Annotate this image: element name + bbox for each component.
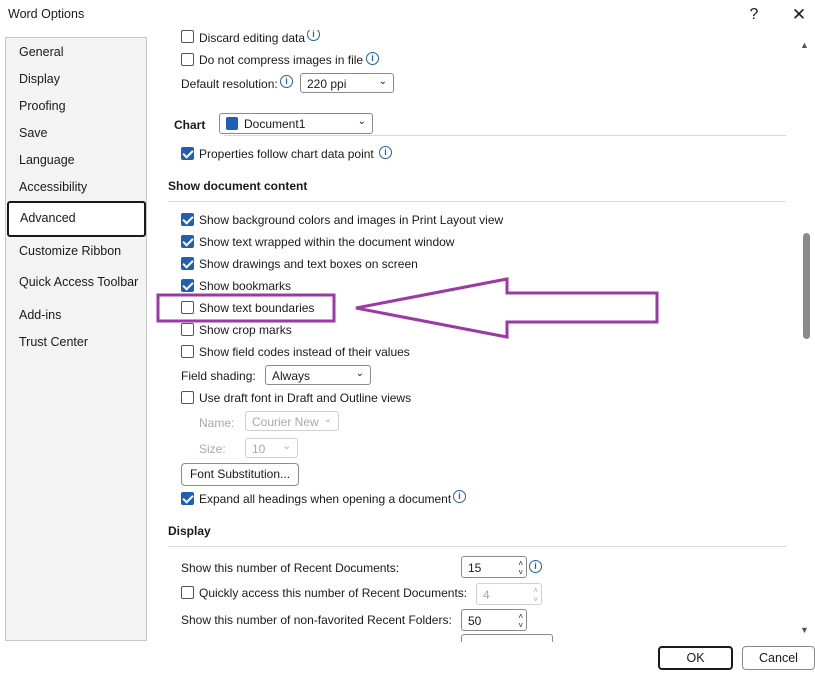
show-content-heading: Show document content bbox=[168, 179, 308, 193]
chevron-down-icon: ⌄ bbox=[378, 76, 387, 87]
chevron-down-icon: ˅ bbox=[533, 595, 538, 604]
chevron-up-icon[interactable]: ˄ bbox=[518, 613, 523, 621]
draft-font-checkbox[interactable] bbox=[181, 391, 194, 404]
font-size-dropdown: 10 ⌄ bbox=[245, 438, 298, 458]
info-icon: i bbox=[379, 146, 392, 159]
info-icon: i bbox=[280, 75, 293, 88]
ok-button[interactable]: OK bbox=[658, 646, 733, 670]
nav-item-add-ins[interactable]: Add-ins bbox=[19, 308, 61, 322]
font-substitution-button[interactable]: Font Substitution... bbox=[181, 463, 299, 486]
chevron-up-icon: ˄ bbox=[533, 586, 538, 595]
field-shading-label: Field shading: bbox=[181, 369, 256, 383]
chart-document-dropdown[interactable]: Document1 ⌄ bbox=[219, 113, 373, 134]
chevron-down-icon: ⌄ bbox=[282, 441, 291, 452]
no-compress-checkbox[interactable] bbox=[181, 53, 194, 66]
recent-folders-label: Show this number of non-favorited Recent… bbox=[181, 613, 452, 627]
separator bbox=[168, 201, 786, 202]
no-compress-label: Do not compress images in file bbox=[199, 53, 364, 67]
show-text-boundaries-checkbox[interactable] bbox=[181, 301, 194, 314]
info-icon: i bbox=[453, 490, 466, 503]
show-text-wrapped-label: Show text wrapped within the document wi… bbox=[199, 235, 455, 249]
show-field-codes-label: Show field codes instead of their values bbox=[199, 345, 410, 359]
next-option-stepper[interactable] bbox=[461, 634, 553, 642]
recent-docs-stepper[interactable]: 15 ˄ ˅ bbox=[461, 556, 527, 578]
nav-item-display[interactable]: Display bbox=[19, 72, 60, 86]
show-bookmarks-label: Show bookmarks bbox=[199, 279, 292, 293]
discard-editing-label: Discard editing data bbox=[199, 31, 306, 45]
separator bbox=[168, 546, 786, 547]
resolution-label: Default resolution: bbox=[181, 77, 278, 91]
expand-headings-checkbox[interactable] bbox=[181, 492, 194, 505]
scroll-up-arrow[interactable]: ▲ bbox=[800, 40, 809, 50]
close-icon[interactable]: ✕ bbox=[787, 4, 811, 26]
nav-item-general[interactable]: General bbox=[19, 45, 63, 59]
follow-data-point-label: Properties follow chart data point bbox=[199, 147, 374, 161]
scrollbar-thumb[interactable] bbox=[803, 233, 810, 339]
title-bar: Word Options ? ✕ bbox=[0, 0, 815, 30]
font-size-value: 10 bbox=[252, 442, 266, 456]
chart-document-value: Document1 bbox=[244, 117, 306, 131]
nav-item-accessibility[interactable]: Accessibility bbox=[19, 180, 87, 194]
show-bookmarks-checkbox[interactable] bbox=[181, 279, 194, 292]
discard-editing-checkbox[interactable] bbox=[181, 30, 194, 43]
show-field-codes-checkbox[interactable] bbox=[181, 345, 194, 358]
recent-docs-value: 15 bbox=[468, 561, 482, 575]
info-icon: i bbox=[366, 52, 379, 65]
quick-access-stepper: 4 ˄ ˅ bbox=[476, 583, 542, 605]
nav-item-trust-center[interactable]: Trust Center bbox=[19, 335, 88, 349]
field-shading-value: Always bbox=[272, 369, 311, 383]
font-name-label: Name: bbox=[199, 416, 235, 430]
show-text-wrapped-checkbox[interactable] bbox=[181, 235, 194, 248]
show-background-label: Show background colors and images in Pri… bbox=[199, 213, 504, 227]
info-icon: i bbox=[307, 30, 320, 41]
word-document-icon bbox=[226, 117, 238, 130]
nav-item-quick-access-toolbar[interactable]: Quick Access Toolbar bbox=[19, 275, 138, 289]
advanced-options-panel: Discard editing data i Do not compress i… bbox=[150, 30, 800, 642]
font-name-value: Courier New bbox=[252, 415, 319, 429]
recent-folders-stepper[interactable]: 50 ˄ ˅ bbox=[461, 609, 527, 631]
chevron-down-icon[interactable]: ˅ bbox=[518, 622, 523, 630]
cancel-button[interactable]: Cancel bbox=[742, 646, 815, 670]
recent-folders-value: 50 bbox=[468, 614, 482, 628]
scroll-down-arrow[interactable]: ▼ bbox=[800, 625, 809, 635]
chevron-down-icon[interactable]: ˅ bbox=[518, 569, 523, 577]
show-crop-marks-checkbox[interactable] bbox=[181, 323, 194, 336]
quick-access-checkbox[interactable] bbox=[181, 586, 194, 599]
nav-item-customize-ribbon[interactable]: Customize Ribbon bbox=[19, 244, 121, 258]
show-drawings-label: Show drawings and text boxes on screen bbox=[199, 257, 418, 271]
show-background-checkbox[interactable] bbox=[181, 213, 194, 226]
show-text-boundaries-label: Show text boundaries bbox=[199, 301, 315, 315]
nav-item-language[interactable]: Language bbox=[19, 153, 75, 167]
info-icon: i bbox=[529, 560, 542, 573]
help-icon[interactable]: ? bbox=[742, 4, 766, 26]
nav-item-proofing[interactable]: Proofing bbox=[19, 99, 66, 113]
separator bbox=[224, 135, 786, 136]
nav-item-advanced[interactable]: Advanced bbox=[7, 201, 146, 237]
resolution-value: 220 ppi bbox=[307, 77, 347, 91]
nav-item-save[interactable]: Save bbox=[19, 126, 48, 140]
chevron-down-icon: ⌄ bbox=[323, 414, 332, 425]
quick-access-label: Quickly access this number of Recent Doc… bbox=[199, 586, 468, 600]
draft-font-label: Use draft font in Draft and Outline view… bbox=[199, 391, 412, 405]
font-name-dropdown: Courier New ⌄ bbox=[245, 411, 339, 431]
resolution-dropdown[interactable]: 220 ppi ⌄ bbox=[300, 73, 394, 93]
recent-docs-label: Show this number of Recent Documents: bbox=[181, 561, 400, 575]
quick-access-value: 4 bbox=[483, 588, 490, 602]
chevron-down-icon: ⌄ bbox=[355, 368, 364, 379]
chart-label: Chart bbox=[174, 118, 206, 132]
show-drawings-checkbox[interactable] bbox=[181, 257, 194, 270]
nav-item-advanced-label: Advanced bbox=[20, 211, 76, 225]
options-nav: General Display Proofing Save Language A… bbox=[5, 37, 147, 641]
display-heading: Display bbox=[168, 524, 211, 538]
chevron-down-icon: ⌄ bbox=[357, 116, 366, 127]
field-shading-dropdown[interactable]: Always ⌄ bbox=[265, 365, 371, 385]
follow-data-point-checkbox[interactable] bbox=[181, 147, 194, 160]
font-size-label: Size: bbox=[199, 442, 226, 456]
show-crop-marks-label: Show crop marks bbox=[199, 323, 292, 337]
chevron-up-icon[interactable]: ˄ bbox=[518, 560, 523, 568]
expand-headings-label: Expand all headings when opening a docum… bbox=[199, 492, 452, 506]
window-title: Word Options bbox=[8, 7, 85, 21]
